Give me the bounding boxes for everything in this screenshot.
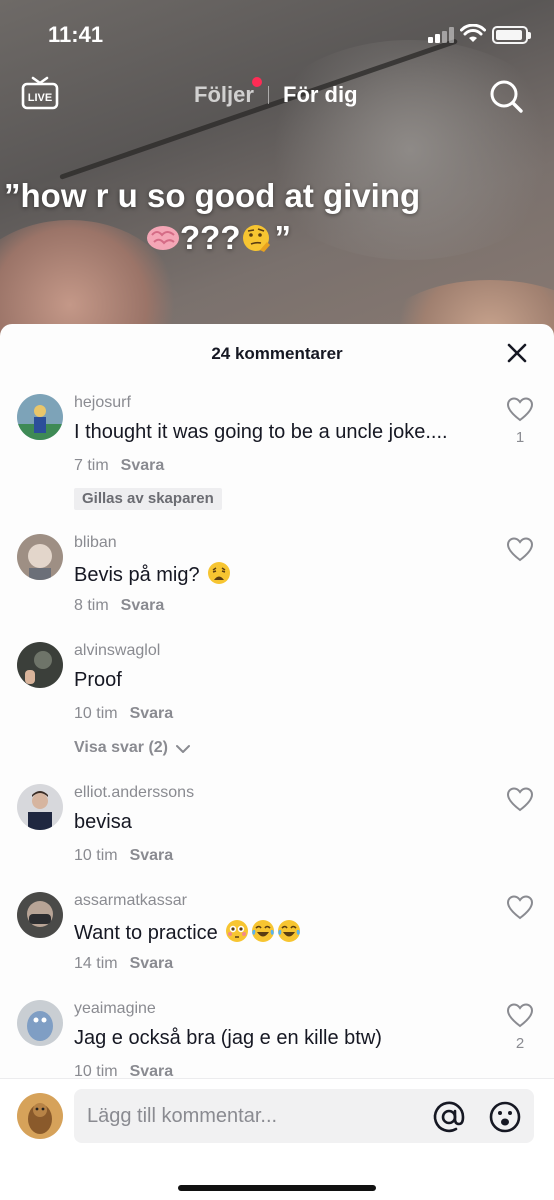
like-button[interactable] — [505, 786, 535, 817]
reply-button[interactable]: Svara — [130, 847, 174, 864]
comment-username[interactable]: assarmatkassar — [74, 892, 187, 910]
cellular-signal-icon — [428, 27, 454, 43]
comment-meta: 10 tim Svara — [74, 847, 173, 865]
like-button[interactable] — [505, 894, 535, 925]
comment-username[interactable]: bliban — [74, 534, 117, 552]
comment-time: 10 tim — [74, 1063, 118, 1078]
comment-item: yeaimagine Jag e också bra (jag e en kil… — [0, 1000, 554, 1078]
mention-at-icon[interactable] — [432, 1100, 466, 1134]
comment-text: Want to practice — [74, 919, 301, 945]
comment-text-content: Bevis på mig? — [74, 564, 200, 586]
comment-time: 10 tim — [74, 705, 118, 722]
heart-icon — [506, 397, 534, 422]
like-button[interactable]: 1 — [505, 396, 535, 446]
flushed-face-emoji-icon — [226, 920, 249, 942]
comment-time: 7 tim — [74, 457, 109, 474]
tab-for-you[interactable]: För dig — [283, 82, 358, 108]
status-time: 11:41 — [48, 22, 104, 47]
status-bar: 11:41 — [0, 0, 554, 70]
comment-text: Proof — [74, 669, 122, 691]
heart-icon — [506, 1003, 534, 1028]
heart-icon — [506, 895, 534, 920]
close-icon[interactable] — [504, 340, 530, 366]
avatar[interactable] — [17, 394, 63, 440]
emoji-picker-icon[interactable] — [488, 1100, 522, 1134]
comment-item: elliot.anderssons bevisa 10 tim Svara — [0, 784, 554, 884]
heart-icon — [506, 787, 534, 812]
search-icon[interactable] — [488, 78, 524, 114]
avatar[interactable] — [17, 784, 63, 830]
comment-text: Jag e också bra (jag e en kille btw) — [74, 1027, 382, 1049]
reply-button[interactable]: Svara — [121, 597, 165, 614]
avatar[interactable] — [17, 892, 63, 938]
comment-time: 8 tim — [74, 597, 109, 614]
reply-button[interactable]: Svara — [121, 457, 165, 474]
home-indicator — [178, 1185, 376, 1191]
comment-meta: 7 tim Svara — [74, 457, 164, 475]
like-count: 1 — [515, 429, 525, 446]
comment-input-bar — [0, 1078, 554, 1200]
comment-text: bevisa — [74, 811, 132, 833]
tears-of-joy-emoji-icon — [278, 920, 301, 942]
comment-item: bliban Bevis på mig? 8 tim Svara — [0, 534, 554, 634]
top-nav: LIVE Följer För dig — [0, 70, 554, 120]
comment-text-content: Want to practice — [74, 922, 218, 944]
caption-line-2: ??? ” — [146, 218, 291, 258]
caption-question-marks: ??? — [180, 219, 241, 256]
liked-by-creator-badge: Gillas av skaparen — [74, 488, 222, 510]
comment-item: alvinswaglol Proof 10 tim Svara Visa svar… — [0, 642, 554, 772]
notification-dot — [252, 77, 262, 87]
comment-username[interactable]: elliot.anderssons — [74, 784, 194, 802]
comment-username[interactable]: alvinswaglol — [74, 642, 160, 660]
avatar[interactable] — [17, 1000, 63, 1046]
like-button[interactable]: 2 — [505, 1002, 535, 1052]
view-replies-label: Visa svar (2) — [74, 739, 168, 756]
caption-line-1: ”how r u so good at giving — [4, 177, 421, 214]
like-count: 2 — [515, 1035, 525, 1052]
comment-text: Bevis på mig? — [74, 561, 231, 587]
comment-username[interactable]: hejosurf — [74, 394, 131, 412]
comments-count-title: 24 kommentarer — [211, 344, 343, 363]
comment-item: assarmatkassar Want to practice 14 tim S… — [0, 892, 554, 992]
my-avatar[interactable] — [17, 1093, 63, 1139]
comment-meta: 10 tim Svara — [74, 1063, 173, 1078]
tab-following[interactable]: Följer — [194, 82, 254, 108]
avatar[interactable] — [17, 534, 63, 580]
comment-username[interactable]: yeaimagine — [74, 1000, 156, 1018]
comment-meta: 14 tim Svara — [74, 955, 173, 973]
tab-divider — [268, 86, 269, 104]
brain-emoji-icon — [147, 226, 179, 250]
comments-sheet: 24 kommentarer hejosurf I thought it was… — [0, 324, 554, 1200]
comment-meta: 10 tim Svara — [74, 705, 173, 723]
chevron-down-icon — [176, 745, 191, 753]
like-button[interactable] — [505, 536, 535, 567]
caption-end-quote: ” — [274, 219, 291, 256]
battery-icon — [492, 26, 531, 44]
comment-text: I thought it was going to be a uncle jok… — [74, 421, 448, 443]
comments-header: 24 kommentarer — [0, 324, 554, 380]
weary-face-emoji-icon — [208, 562, 231, 584]
comment-time: 14 tim — [74, 955, 118, 972]
thinking-face-emoji-icon — [243, 225, 271, 252]
comment-time: 10 tim — [74, 847, 118, 864]
reply-button[interactable]: Svara — [130, 955, 174, 972]
live-icon[interactable]: LIVE — [20, 76, 60, 112]
wifi-icon — [460, 24, 486, 42]
comment-meta: 8 tim Svara — [74, 597, 164, 615]
avatar[interactable] — [17, 642, 63, 688]
reply-button[interactable]: Svara — [130, 705, 174, 722]
live-label: LIVE — [28, 92, 52, 104]
view-replies-button[interactable]: Visa svar (2) — [74, 739, 191, 757]
comments-list[interactable]: hejosurf I thought it was going to be a … — [0, 380, 554, 1078]
comment-item: hejosurf I thought it was going to be a … — [0, 394, 554, 524]
tears-of-joy-emoji-icon — [252, 920, 275, 942]
reply-button[interactable]: Svara — [130, 1063, 174, 1078]
heart-icon — [506, 537, 534, 562]
